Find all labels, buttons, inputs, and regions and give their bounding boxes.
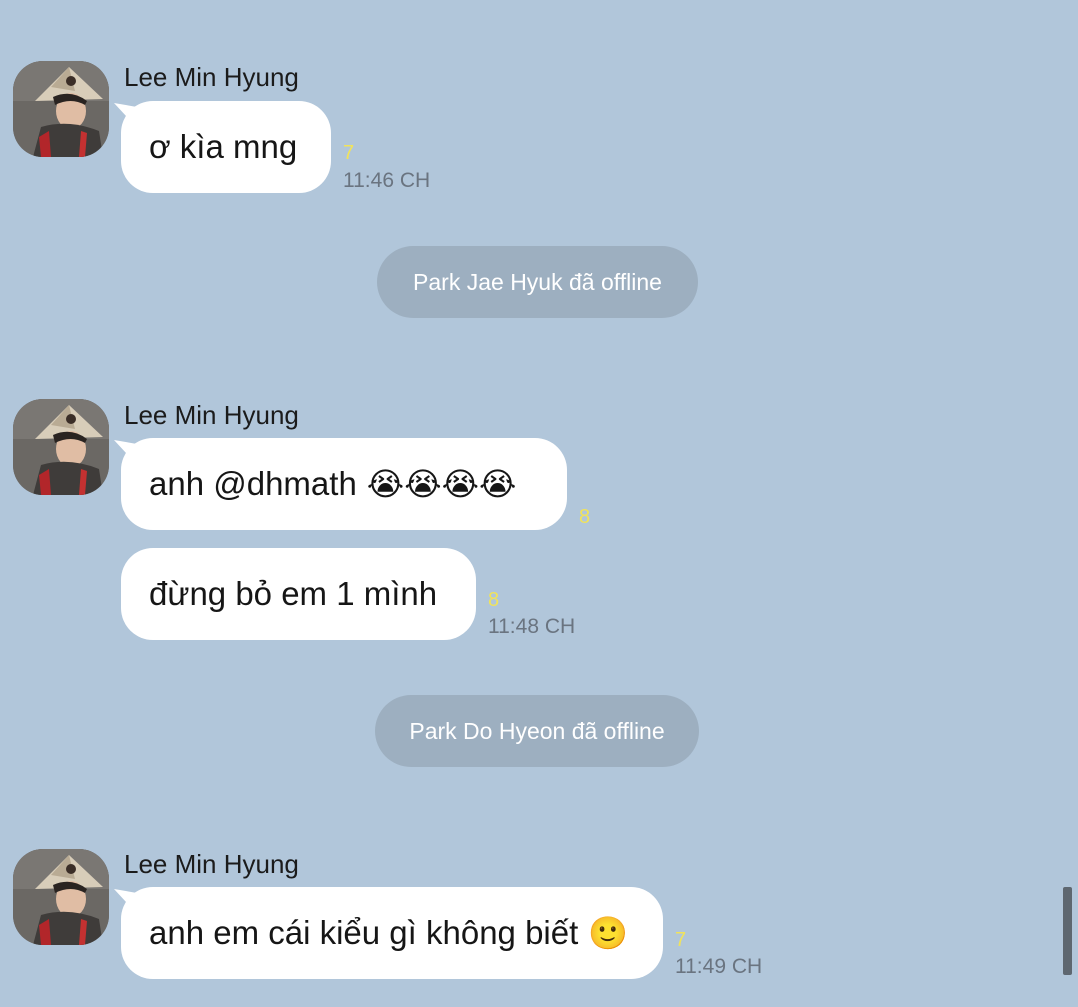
avatar[interactable]: [13, 399, 109, 495]
message-time: 11:49 CH: [675, 955, 763, 978]
avatar[interactable]: [13, 849, 109, 945]
loudly-crying-face-icon: 😭😭😭😭: [366, 465, 517, 503]
avatar[interactable]: [13, 61, 109, 157]
sender-name[interactable]: Lee Min Hyung: [124, 849, 299, 880]
message-text: anh em cái kiểu gì không biết: [149, 914, 579, 951]
system-notice-text: Park Jae Hyuk đã offline: [413, 268, 662, 295]
message-text: ơ kìa mng: [149, 128, 298, 165]
avatar-icon: [13, 849, 109, 945]
read-count: 7: [675, 929, 687, 951]
system-notice: Park Do Hyeon đã offline: [375, 695, 699, 767]
read-count: 7: [343, 142, 355, 164]
system-notice: Park Jae Hyuk đã offline: [377, 246, 698, 318]
slightly-smiling-face-icon: 🙂: [588, 914, 629, 952]
avatar-icon: [13, 61, 109, 157]
message-bubble[interactable]: anh em cái kiểu gì không biết 🙂: [121, 887, 663, 979]
message-time: 11:48 CH: [488, 615, 576, 638]
message-time: 11:46 CH: [343, 169, 431, 192]
system-notice-text: Park Do Hyeon đã offline: [409, 717, 665, 744]
avatar-icon: [13, 399, 109, 495]
sender-name[interactable]: Lee Min Hyung: [124, 400, 299, 431]
scrollbar[interactable]: [1063, 887, 1072, 975]
message-bubble[interactable]: đừng bỏ em 1 mình: [121, 548, 476, 640]
message-bubble[interactable]: anh @dhmath 😭😭😭😭: [121, 438, 567, 530]
sender-name[interactable]: Lee Min Hyung: [124, 62, 299, 93]
message-text: anh @dhmath: [149, 465, 357, 502]
read-count: 8: [579, 506, 591, 528]
message-bubble[interactable]: ơ kìa mng: [121, 101, 331, 193]
read-count: 8: [488, 589, 500, 611]
message-text: đừng bỏ em 1 mình: [149, 575, 438, 612]
